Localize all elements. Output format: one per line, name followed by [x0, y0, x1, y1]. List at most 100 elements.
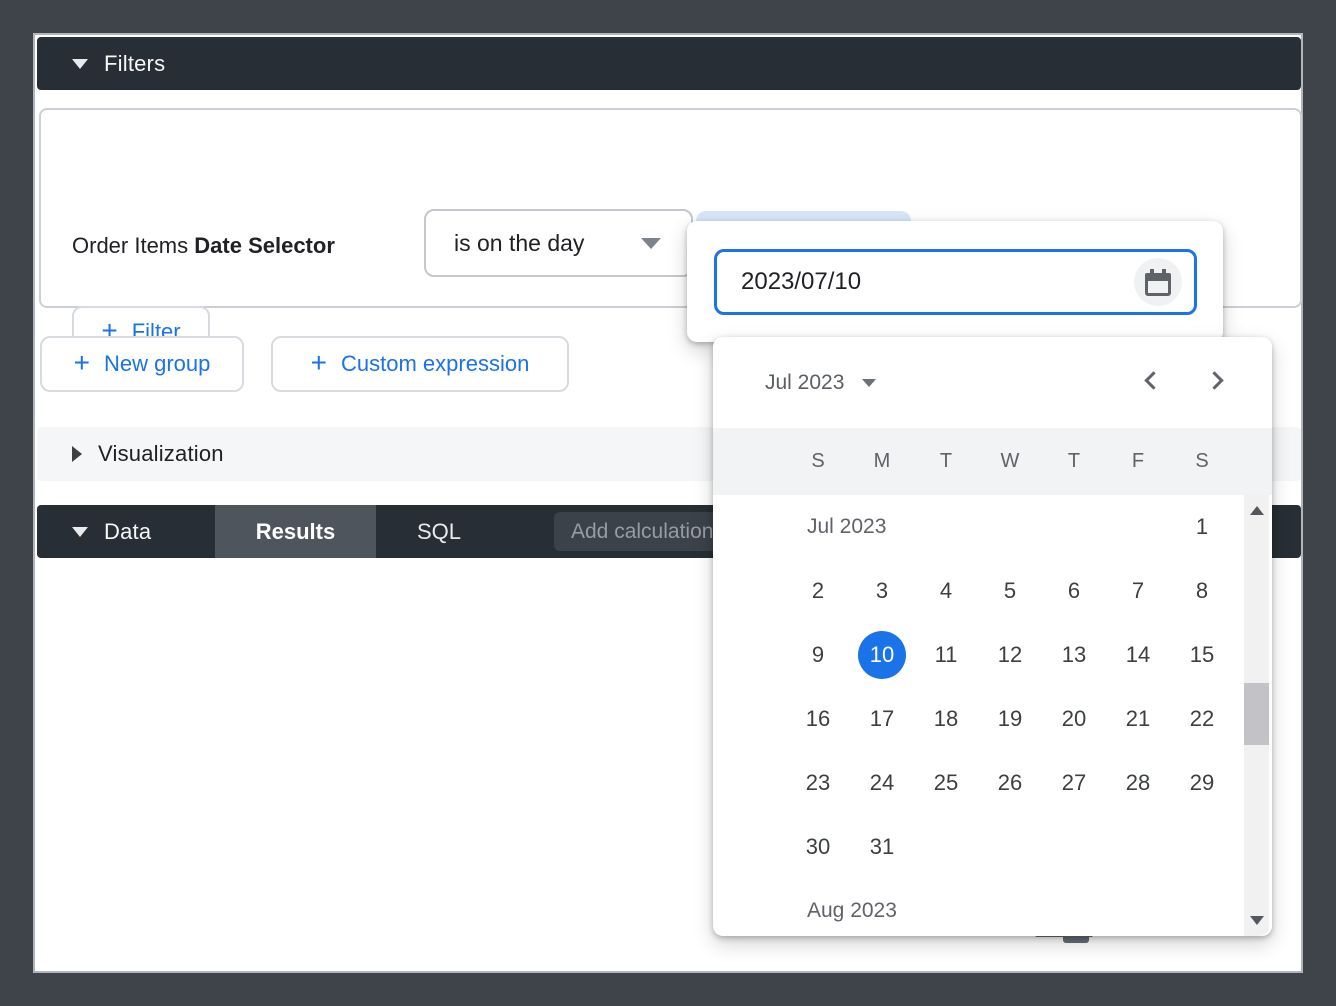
day-of-week-label: W	[978, 428, 1042, 495]
calendar-day[interactable]: 22	[1178, 695, 1226, 743]
calendar-day[interactable]: 11	[922, 631, 970, 679]
day-of-week-row: SMTWTFS	[786, 428, 1234, 495]
calendar-day-cell[interactable]: 8	[1170, 559, 1234, 623]
calendar-day[interactable]: 16	[794, 695, 842, 743]
scrollbar-thumb[interactable]	[1244, 683, 1269, 745]
calendar-day-cell[interactable]: 15	[1170, 623, 1234, 687]
filters-collapse-icon[interactable]	[72, 59, 88, 69]
calendar-day[interactable]: 31	[858, 823, 906, 871]
date-input-field[interactable]: 2023/07/10	[714, 249, 1197, 315]
calendar-day-cell[interactable]: 25	[914, 751, 978, 815]
filter-field-label: Order Items Date Selector	[72, 233, 335, 259]
filter-field-group: Order Items	[72, 233, 188, 258]
calendar-day-cell[interactable]: 28	[1106, 751, 1170, 815]
calendar-day-cell[interactable]: 29	[1170, 751, 1234, 815]
calendar-week-row: 9 10 11 12 13 14 15	[786, 623, 1234, 687]
new-group-label: New group	[104, 351, 210, 377]
calendar-empty-cell	[1042, 815, 1106, 879]
calendar-day-cell[interactable]: 31	[850, 815, 914, 879]
calendar-day-cell[interactable]: 6	[1042, 559, 1106, 623]
calendar-day-cell[interactable]: 12	[978, 623, 1042, 687]
calendar-day-cell[interactable]: 16	[786, 687, 850, 751]
calendar-day[interactable]: 14	[1114, 631, 1162, 679]
next-month-icon[interactable]	[1205, 371, 1223, 389]
calendar-empty-cell	[1042, 495, 1106, 559]
calendar-day[interactable]: 29	[1178, 759, 1226, 807]
calendar-empty-cell	[1106, 815, 1170, 879]
calendar-toggle-button[interactable]	[1134, 258, 1182, 306]
date-input-popup: 2023/07/10	[687, 221, 1223, 342]
visualization-title: Visualization	[98, 441, 224, 467]
calendar-day[interactable]: 24	[858, 759, 906, 807]
calendar-week-row: Aug 2023	[786, 879, 1234, 936]
tab-results[interactable]: Results	[215, 505, 376, 558]
calendar-day[interactable]: 12	[986, 631, 1034, 679]
new-group-button[interactable]: + New group	[40, 336, 244, 392]
data-collapse-icon[interactable]	[72, 527, 88, 537]
month-select[interactable]: Jul 2023	[765, 337, 876, 428]
calendar-empty-cell	[978, 495, 1042, 559]
calendar-day-cell[interactable]: 5	[978, 559, 1042, 623]
scroll-up-icon[interactable]	[1250, 506, 1264, 515]
calendar-day-cell[interactable]: 10	[850, 623, 914, 687]
filter-operator-select[interactable]: is on the day	[424, 209, 693, 277]
calendar-day[interactable]: 21	[1114, 695, 1162, 743]
visualization-expand-icon[interactable]	[72, 446, 82, 462]
calendar-day[interactable]: 25	[922, 759, 970, 807]
calendar-day[interactable]: 27	[1050, 759, 1098, 807]
calendar-day[interactable]: 8	[1178, 567, 1226, 615]
calendar-day[interactable]: 4	[922, 567, 970, 615]
custom-expression-button[interactable]: + Custom expression	[271, 336, 569, 392]
calendar-scrollbar[interactable]	[1244, 495, 1269, 936]
calendar-day[interactable]: 15	[1178, 631, 1226, 679]
calendar-day-cell[interactable]: 7	[1106, 559, 1170, 623]
calendar-day-cell[interactable]: 24	[850, 751, 914, 815]
calendar-day[interactable]: 23	[794, 759, 842, 807]
tab-sql[interactable]: SQL	[376, 505, 502, 558]
calendar-day[interactable]: 17	[858, 695, 906, 743]
dropdown-caret-icon	[641, 238, 661, 249]
calendar-day[interactable]: 20	[1050, 695, 1098, 743]
calendar-day-cell[interactable]: 3	[850, 559, 914, 623]
filters-section-header[interactable]: Filters	[37, 37, 1301, 90]
calendar-day[interactable]: 19	[986, 695, 1034, 743]
calendar-day-cell[interactable]: 30	[786, 815, 850, 879]
calendar-day-cell[interactable]: 23	[786, 751, 850, 815]
scroll-down-icon[interactable]	[1250, 916, 1264, 925]
calendar-day-cell[interactable]: 19	[978, 687, 1042, 751]
calendar-day[interactable]: 30	[794, 823, 842, 871]
calendar-day-cell[interactable]: 26	[978, 751, 1042, 815]
calendar-day[interactable]: 9	[794, 631, 842, 679]
calendar-day-cell[interactable]: 4	[914, 559, 978, 623]
calendar-day[interactable]: 26	[986, 759, 1034, 807]
calendar-empty-cell	[1042, 879, 1106, 936]
calendar-day-cell[interactable]: 9	[786, 623, 850, 687]
calendar-day-cell[interactable]: 1	[1170, 495, 1234, 559]
calendar-week-row: 23 24 25 26 27 28 29	[786, 751, 1234, 815]
calendar-day-cell[interactable]: 22	[1170, 687, 1234, 751]
calendar-day-cell[interactable]: 11	[914, 623, 978, 687]
calendar-day[interactable]: 2	[794, 567, 842, 615]
calendar-day[interactable]: 7	[1114, 567, 1162, 615]
calendar-day-cell[interactable]: 14	[1106, 623, 1170, 687]
calendar-day[interactable]: 18	[922, 695, 970, 743]
calendar-day[interactable]: 6	[1050, 567, 1098, 615]
calendar-day-cell[interactable]: 17	[850, 687, 914, 751]
calendar-day[interactable]: 13	[1050, 631, 1098, 679]
data-title: Data	[104, 519, 151, 545]
day-of-week-label: S	[786, 428, 850, 495]
calendar-day-cell[interactable]: 27	[1042, 751, 1106, 815]
calendar-day-cell[interactable]: 13	[1042, 623, 1106, 687]
calendar-day[interactable]: 3	[858, 567, 906, 615]
calendar-day-cell[interactable]: 20	[1042, 687, 1106, 751]
calendar-day[interactable]: 1	[1178, 503, 1226, 551]
calendar-header: Jul 2023	[713, 337, 1272, 428]
calendar-day[interactable]: 28	[1114, 759, 1162, 807]
calendar-day-cell[interactable]: 2	[786, 559, 850, 623]
calendar-day[interactable]: 5	[986, 567, 1034, 615]
calendar-day-cell[interactable]: 21	[1106, 687, 1170, 751]
prev-month-icon[interactable]	[1144, 371, 1162, 389]
calendar-day-selected[interactable]: 10	[858, 631, 906, 679]
calendar-day-cell[interactable]: 18	[914, 687, 978, 751]
day-of-week-label: T	[914, 428, 978, 495]
